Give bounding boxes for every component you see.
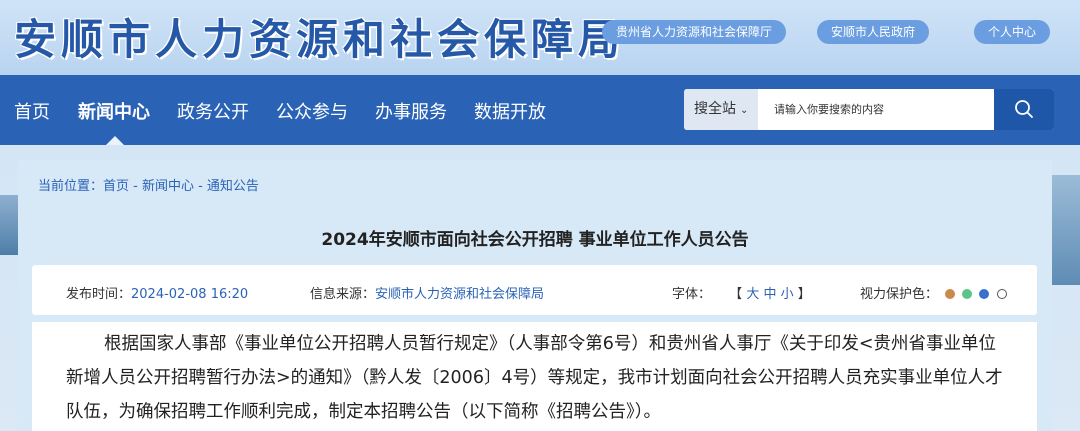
nav-public-participation[interactable]: 公众参与 bbox=[276, 98, 348, 124]
publish-label: 发布时间： bbox=[66, 287, 132, 302]
active-nav-indicator bbox=[106, 136, 124, 145]
font-size-control: 字体： 【 大 中 小 】 bbox=[672, 283, 811, 302]
publish-time: 2024-02-08 16:20 bbox=[131, 287, 249, 302]
search-scope-select[interactable]: 搜全站 ⌄ bbox=[684, 89, 758, 130]
search-button[interactable] bbox=[994, 89, 1054, 130]
source-info: 信息来源：安顺市人力资源和社会保障局 bbox=[310, 283, 544, 302]
font-size-medium[interactable]: 中 bbox=[763, 287, 776, 302]
font-size-large[interactable]: 大 bbox=[746, 287, 759, 302]
search-input[interactable] bbox=[764, 89, 992, 130]
search-icon bbox=[1015, 100, 1033, 118]
publish-info: 发布时间：2024-02-08 16:20 bbox=[66, 283, 248, 302]
link-anshun-gov[interactable]: 安顺市人民政府 bbox=[817, 20, 930, 44]
link-personal-center[interactable]: 个人中心 bbox=[974, 20, 1051, 44]
nav-services[interactable]: 办事服务 bbox=[375, 98, 447, 124]
source-label: 信息来源： bbox=[310, 287, 376, 302]
search-box: 搜全站 ⌄ bbox=[684, 89, 1054, 130]
eye-color-dot-white[interactable] bbox=[996, 289, 1007, 299]
eye-protection-control: 视力保护色： bbox=[860, 283, 1007, 302]
bracket-left: 【 bbox=[729, 287, 743, 302]
eye-color-dot-blue[interactable] bbox=[979, 289, 990, 299]
source-value: 安顺市人力资源和社会保障局 bbox=[375, 287, 545, 302]
eye-protection-label: 视力保护色： bbox=[860, 287, 939, 302]
breadcrumb: 当前位置：首页 - 新闻中心 - 通知公告 bbox=[38, 179, 259, 194]
nav-news-center[interactable]: 新闻中心 bbox=[78, 98, 150, 124]
nav-open-data[interactable]: 数据开放 bbox=[474, 98, 546, 124]
eye-color-dot-green[interactable] bbox=[962, 289, 973, 299]
site-title: 安顺市人力资源和社会保障局 bbox=[14, 15, 626, 64]
article-body-text: 根据国家人事部《事业单位公开招聘人员暂行规定》（人事部令第6号）和贵州省人事厅《… bbox=[66, 334, 1003, 422]
article-title: 2024年安顺市面向社会公开招聘 事业单位工作人员公告 bbox=[321, 230, 749, 250]
search-scope-label: 搜全站 bbox=[694, 101, 736, 117]
font-label: 字体： bbox=[672, 287, 712, 302]
nav-home[interactable]: 首页 bbox=[14, 98, 50, 124]
eye-color-dot-brown[interactable] bbox=[945, 289, 956, 299]
font-size-small[interactable]: 小 bbox=[781, 287, 794, 302]
link-guizhou-hrss[interactable]: 贵州省人力资源和社会保障厅 bbox=[602, 20, 787, 44]
nav-gov-affairs[interactable]: 政务公开 bbox=[177, 98, 249, 124]
chevron-down-icon: ⌄ bbox=[740, 105, 749, 116]
bracket-right: 】 bbox=[797, 287, 811, 302]
